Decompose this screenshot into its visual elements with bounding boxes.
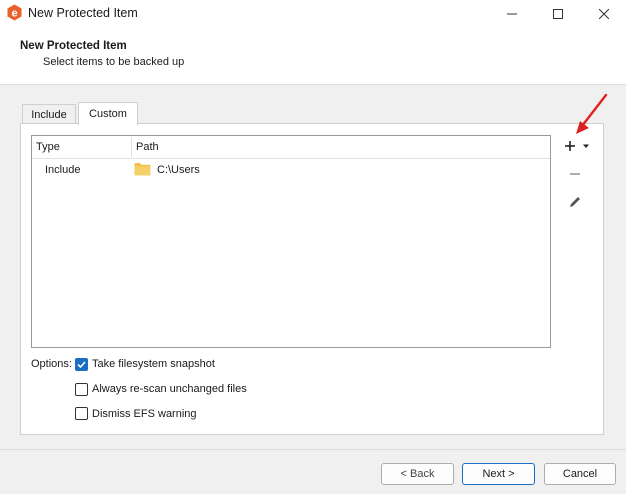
rescan-checkbox[interactable] [75,383,88,396]
minimize-button[interactable] [489,0,535,27]
row-type-cell[interactable]: Include [45,164,80,176]
column-header-path[interactable]: Path [136,141,159,153]
column-header-type[interactable]: Type [36,141,60,153]
snapshot-checkbox[interactable] [75,358,88,371]
folder-icon [134,163,151,176]
maximize-icon [553,8,563,19]
next-button[interactable]: Next > [462,463,535,485]
row-path-cell[interactable]: C:\Users [157,164,200,176]
close-button[interactable] [581,0,626,27]
back-button[interactable]: < Back [381,463,454,485]
wizard-header: New Protected Item Select items to be ba… [0,27,626,85]
wizard-title: New Protected Item [20,40,127,52]
tab-include[interactable]: Include [22,104,76,124]
minimize-icon [507,13,517,14]
window-title: New Protected Item [28,6,138,20]
items-list[interactable] [31,135,551,348]
edit-item-button[interactable] [564,191,586,213]
minus-icon [570,173,580,175]
column-separator[interactable] [131,137,132,157]
add-item-button[interactable] [557,135,595,157]
wizard-subtitle: Select items to be backed up [43,56,185,68]
annotation-arrow-icon [576,93,608,134]
pencil-icon [570,197,580,207]
maximize-button[interactable] [535,0,581,27]
plus-icon [565,141,589,151]
cancel-button[interactable]: Cancel [544,463,616,485]
efs-warning-option-label[interactable]: Dismiss EFS warning [92,408,197,420]
options-label: Options: [31,358,72,370]
footer-divider [0,449,626,450]
efs-warning-checkbox[interactable] [75,407,88,420]
tab-custom[interactable]: Custom [78,102,138,125]
snapshot-option-label[interactable]: Take filesystem snapshot [92,358,215,370]
checkmark-icon [77,361,86,369]
rescan-option-label[interactable]: Always re-scan unchanged files [92,383,247,395]
svg-text:e: e [11,8,17,20]
remove-item-button[interactable] [564,163,586,185]
app-logo-icon: e [7,4,22,21]
close-icon [599,8,609,19]
list-header [32,136,550,159]
